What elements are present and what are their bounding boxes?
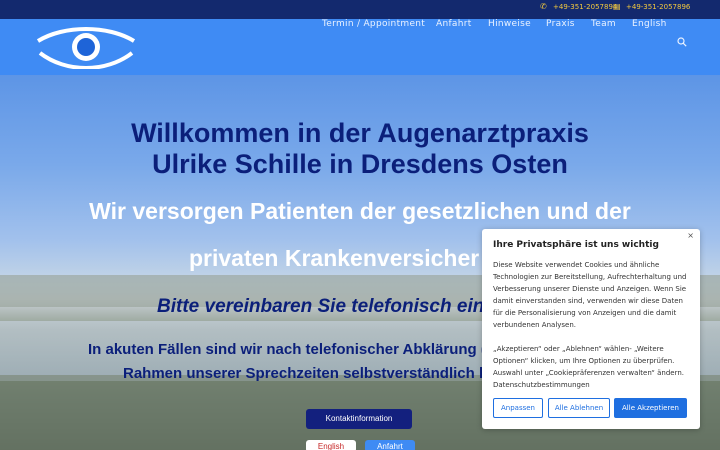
cookie-customize-button[interactable]: Anpassen [493,398,543,418]
cookie-paragraph-2-text: „Akzeptieren“ oder „Ablehnen“ wählen- „W… [493,345,685,377]
fax-icon: ▤ [613,2,621,11]
cookie-consent-dialog: × Ihre Privatsphäre ist uns wichtig Dies… [482,229,700,429]
cookie-paragraph-1: Diese Website verwendet Cookies und ähnl… [493,261,687,329]
phone-icon: ✆ [540,2,547,11]
eye-logo[interactable] [34,25,138,69]
anfahrt-button[interactable]: Anfahrt [365,440,415,450]
cookie-decline-all-button[interactable]: Alle Ablehnen [548,398,610,418]
search-icon[interactable] [677,37,687,47]
urgent-text-line1: In akuten Fällen sind wir nach telefonis… [88,340,502,358]
fax-contact[interactable]: ▤ +49-351-2057896 [613,2,690,12]
cookie-title: Ihre Privatsphäre ist uns wichtig [493,240,659,250]
cookie-paragraph-2: „Akzeptieren“ oder „Ablehnen“ wählen- „W… [493,343,691,391]
hero-subtitle-line2: privaten Krankenversicher [189,245,480,271]
privacy-policy-link[interactable]: Datenschutzbestimmungen [493,381,590,389]
top-contact-bar: ✆ +49-351-2057894 ▤ +49-351-2057896 [0,0,720,19]
nav-english[interactable]: English [632,19,667,29]
english-button[interactable]: English [306,440,356,450]
contact-info-button[interactable]: Kontaktinformation [306,409,412,429]
nav-team[interactable]: Team [591,19,616,29]
phone-appointment-text: Bitte vereinbaren Sie telefonisch eine [157,296,495,317]
urgent-text-line2: Rahmen unserer Sprechzeiten selbstverstä… [123,365,510,382]
fax-number[interactable]: +49-351-2057896 [626,3,690,11]
cookie-accept-all-button[interactable]: Alle Akzeptieren [614,398,687,418]
hero-subtitle-line1: Wir versorgen Patienten der gesetzlichen… [89,198,631,224]
close-icon[interactable]: × [687,231,694,240]
hero-title-line1: Willkommen in der Augenarztpraxis [131,118,589,148]
hero-title-line2: Ulrike Schille in Dresdens Osten [152,149,568,179]
site-header: Termin / Appointment Anfahrt Hinweise Pr… [0,19,720,75]
nav-praxis[interactable]: Praxis [546,19,575,29]
nav-termin[interactable]: Termin / Appointment [322,19,425,29]
nav-anfahrt[interactable]: Anfahrt [436,19,472,29]
urgent-text-line1-label: In akuten Fällen sind wir nach telefonis… [88,341,486,358]
phone-contact[interactable]: ✆ +49-351-2057894 [540,2,617,12]
cookie-body: Diese Website verwendet Cookies und ähnl… [493,259,691,403]
nav-hinweise[interactable]: Hinweise [488,19,531,29]
phone-number[interactable]: +49-351-2057894 [553,3,617,11]
